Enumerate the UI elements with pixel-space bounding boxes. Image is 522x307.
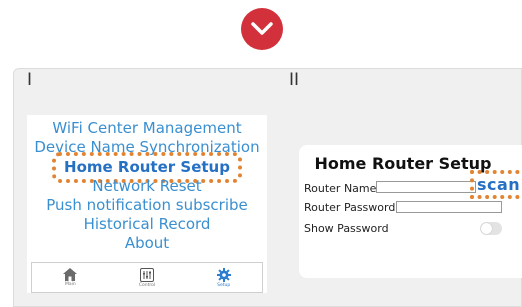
router-name-label: Router Name: [304, 182, 377, 195]
menu-item-about[interactable]: About: [27, 234, 267, 253]
tab-main-label: Main: [64, 282, 76, 287]
router-name-input[interactable]: [376, 181, 476, 193]
chevron-down-icon: [251, 22, 273, 35]
menu-item-home-router-setup[interactable]: Home Router Setup: [52, 152, 242, 183]
home-icon: [63, 268, 78, 281]
router-setup-screen: Home Router Setup Router Name scan Route…: [299, 145, 522, 278]
tab-setup[interactable]: Setup: [185, 263, 262, 292]
tab-main[interactable]: Main: [32, 263, 109, 292]
menu-item-network-reset[interactable]: Network Reset: [27, 177, 267, 196]
sliders-icon: [140, 267, 154, 282]
toggle-knob: [481, 223, 492, 234]
tab-control[interactable]: Control: [109, 263, 186, 292]
show-password-label: Show Password: [304, 222, 389, 235]
settings-menu-screen: WiFi Center Management Device Name Synch…: [27, 115, 267, 293]
page-title: Home Router Setup: [314, 154, 492, 173]
router-password-input[interactable]: [396, 201, 502, 213]
show-password-toggle[interactable]: [480, 222, 502, 235]
bottom-tab-bar: Main Control Setup: [31, 262, 263, 293]
menu-item-device-name-sync[interactable]: Device Name Synchronization: [27, 138, 267, 157]
menu-item-wifi-center[interactable]: WiFi Center Management: [27, 119, 267, 138]
settings-menu: WiFi Center Management Device Name Synch…: [27, 119, 267, 253]
step-label-one: I: [27, 70, 33, 90]
tab-setup-label: Setup: [217, 282, 231, 288]
gear-icon: [216, 267, 231, 282]
step-label-two: II: [289, 70, 300, 90]
tab-control-label: Control: [138, 282, 156, 288]
collapse-chevron-button[interactable]: [241, 8, 283, 50]
router-password-label: Router Password: [304, 201, 396, 214]
menu-item-push-notification[interactable]: Push notification subscribe: [27, 196, 267, 215]
scan-button[interactable]: scan: [469, 170, 522, 199]
menu-item-historical-record[interactable]: Historical Record: [27, 215, 267, 234]
